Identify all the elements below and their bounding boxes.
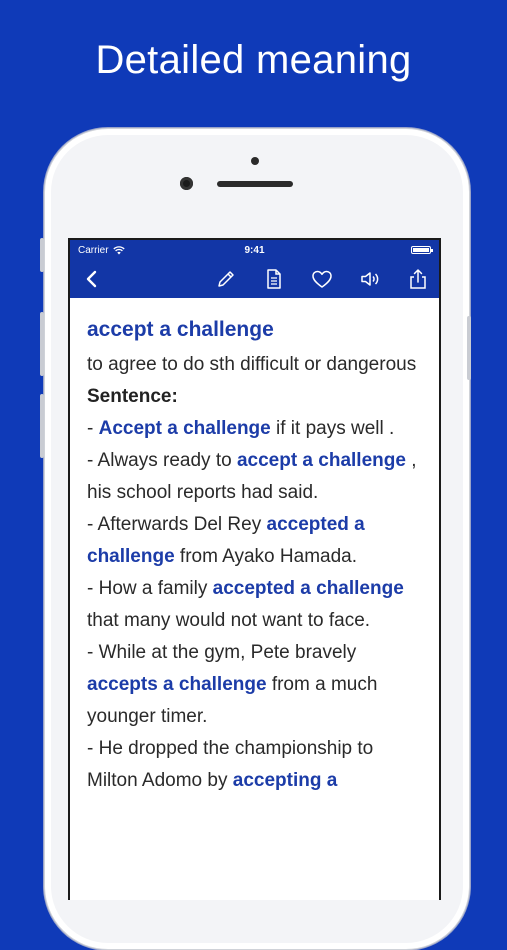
example-sentence: - Accept a challenge if it pays well . bbox=[87, 413, 421, 445]
status-bar: Carrier 9:41 bbox=[70, 240, 439, 260]
sentence-highlight: Accept a challenge bbox=[98, 418, 271, 439]
back-icon[interactable] bbox=[82, 268, 104, 290]
proximity-sensor bbox=[251, 157, 259, 165]
app-screen: Carrier 9:41 accept a challenge to agree… bbox=[68, 238, 441, 900]
pencil-icon[interactable] bbox=[215, 268, 237, 290]
sentence-text: that many would not want to face. bbox=[87, 610, 371, 631]
example-sentence: - While at the gym, Pete bravely accepts… bbox=[87, 637, 421, 733]
example-sentence: - He dropped the championship to Milton … bbox=[87, 733, 421, 797]
status-time: 9:41 bbox=[244, 244, 265, 256]
entry-definition: to agree to do sth difficult or dangerou… bbox=[87, 354, 417, 375]
sentence-highlight: accept a challenge bbox=[236, 450, 406, 471]
sentence-text: - Always ready to bbox=[87, 450, 237, 471]
example-sentence: - How a family accepted a challenge that… bbox=[87, 573, 421, 637]
sentence-text: from Ayako Hamada. bbox=[174, 546, 358, 567]
share-icon[interactable] bbox=[407, 268, 429, 290]
sentence-text: - While at the gym, Pete bravely bbox=[87, 642, 357, 663]
volume-up-button bbox=[40, 312, 44, 376]
promo-headline: Detailed meaning bbox=[95, 38, 412, 82]
example-sentence: - Afterwards Del Rey accepted a challeng… bbox=[87, 509, 421, 573]
mute-switch bbox=[40, 238, 44, 272]
entry-term: accept a challenge bbox=[87, 318, 274, 341]
document-icon[interactable] bbox=[263, 268, 285, 290]
volume-down-button bbox=[40, 394, 44, 458]
sentence-text: - bbox=[87, 418, 99, 439]
power-button bbox=[467, 316, 471, 380]
toolbar bbox=[70, 260, 439, 298]
sentence-text: - How a family bbox=[87, 578, 213, 599]
sentence-text: - Afterwards Del Rey bbox=[87, 514, 267, 535]
sentence-text: if it pays well . bbox=[270, 418, 395, 439]
heart-icon[interactable] bbox=[311, 268, 333, 290]
sentence-highlight: accepts a challenge bbox=[87, 674, 267, 695]
speaker-icon[interactable] bbox=[359, 268, 381, 290]
sentence-highlight: accepting a bbox=[232, 770, 338, 791]
battery-icon bbox=[411, 246, 433, 254]
entry-content: accept a challenge to agree to do sth di… bbox=[70, 298, 439, 797]
sentence-highlight: accepted a challenge bbox=[212, 578, 404, 599]
example-sentence: - Always ready to accept a challenge , h… bbox=[87, 445, 421, 509]
sentence-label: Sentence: bbox=[87, 386, 178, 407]
earpiece-speaker bbox=[217, 181, 293, 187]
front-camera bbox=[180, 177, 193, 190]
